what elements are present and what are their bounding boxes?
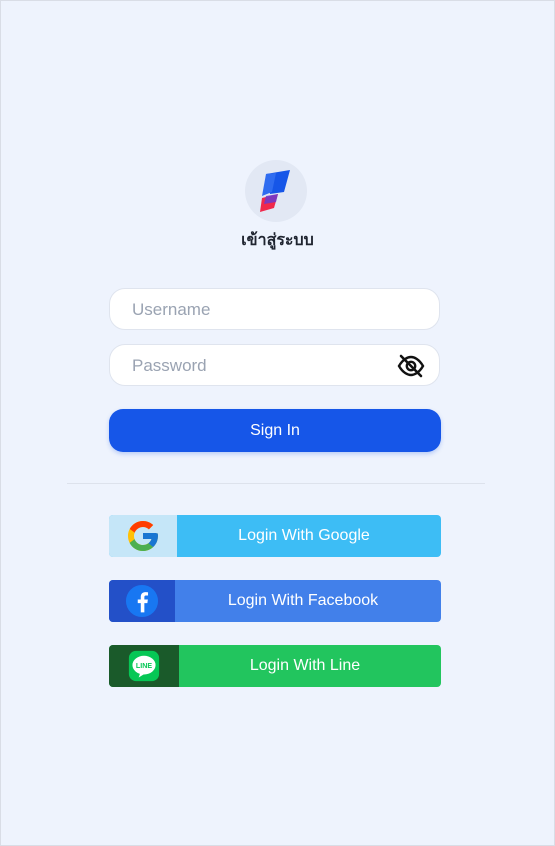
line-icon: LINE bbox=[128, 650, 160, 682]
line-login-button[interactable]: LINE Login With Line bbox=[109, 645, 441, 687]
app-logo bbox=[245, 160, 307, 222]
facebook-login-label: Login With Facebook bbox=[227, 592, 379, 609]
logo-icon bbox=[260, 170, 290, 212]
google-icon-box bbox=[109, 515, 177, 557]
google-icon bbox=[128, 521, 158, 551]
username-field[interactable] bbox=[109, 288, 440, 331]
google-login-button[interactable]: Login With Google bbox=[109, 515, 441, 557]
username-input[interactable] bbox=[130, 289, 394, 331]
facebook-icon bbox=[125, 584, 159, 618]
password-input[interactable] bbox=[130, 345, 394, 387]
page-title: เข้าสู่ระบบ bbox=[241, 232, 314, 249]
svg-text:LINE: LINE bbox=[136, 662, 152, 670]
facebook-login-button[interactable]: Login With Facebook bbox=[109, 580, 441, 622]
sign-in-button[interactable]: Sign In bbox=[109, 409, 441, 452]
password-field[interactable] bbox=[109, 344, 440, 387]
google-login-label: Login With Google bbox=[238, 527, 370, 544]
line-login-label: Login With Line bbox=[249, 657, 361, 674]
facebook-icon-box bbox=[109, 580, 175, 622]
line-icon-box: LINE bbox=[109, 645, 179, 687]
divider bbox=[67, 483, 485, 484]
eye-off-icon[interactable] bbox=[397, 354, 425, 378]
